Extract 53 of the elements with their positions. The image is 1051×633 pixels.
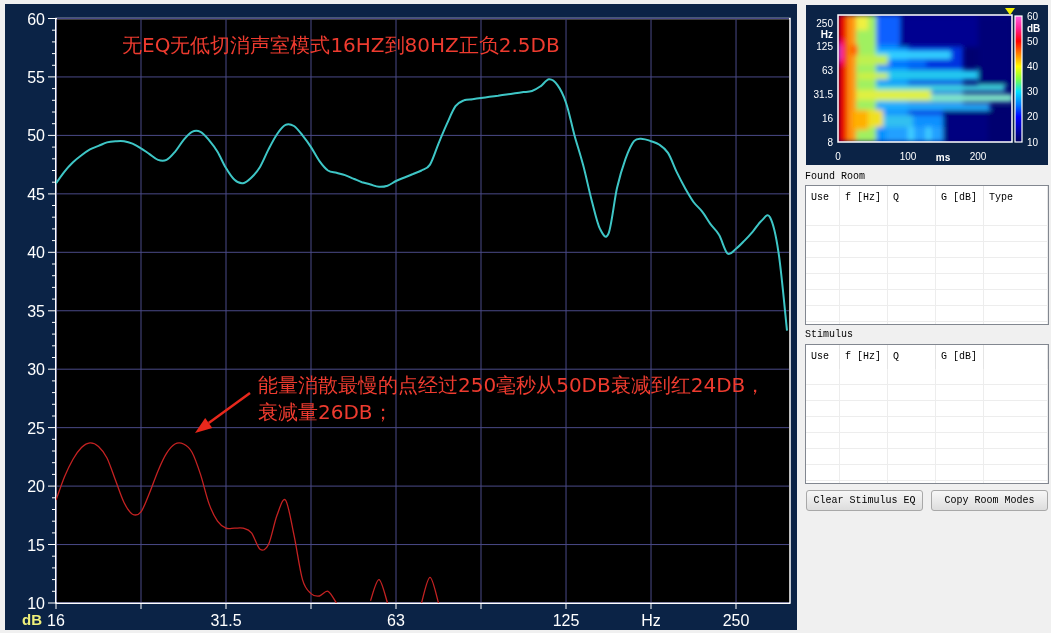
scale-label: 10: [1027, 136, 1039, 148]
y-axis-unit-label: Hz: [820, 29, 833, 41]
x-axis-label: 31.5: [210, 612, 242, 629]
y-axis-unit-label: dB: [22, 611, 42, 628]
y-axis-label: 63: [821, 65, 833, 77]
action-button[interactable]: Clear Stimulus EQ: [806, 490, 923, 511]
y-axis-label: 8: [827, 136, 833, 148]
x-axis-label: 200: [969, 151, 987, 162]
x-axis-label: 100: [899, 151, 917, 162]
x-axis-label: 125: [552, 612, 580, 629]
x-axis-unit-label: ms: [935, 152, 951, 163]
y-axis-label: 20: [27, 478, 45, 496]
y-axis-label: 125: [816, 41, 833, 53]
y-axis-label: 60: [27, 10, 45, 28]
y-axis-label: 250: [816, 17, 833, 29]
column-header[interactable]: f [Hz]: [840, 345, 888, 369]
column-header[interactable]: f [Hz]: [840, 186, 888, 210]
column-header[interactable]: Q: [888, 345, 936, 369]
x-axis-unit-label: Hz: [641, 612, 661, 629]
y-axis-label: 45: [27, 185, 45, 203]
y-axis-label: 55: [27, 68, 45, 86]
column-header[interactable]: Q: [888, 186, 936, 210]
y-axis-label: 40: [27, 244, 45, 262]
annotation-arrow: [195, 392, 251, 433]
column-header[interactable]: G [dB]: [936, 345, 984, 369]
column-header[interactable]: Type: [984, 186, 1048, 210]
column-header[interactable]: G [dB]: [936, 186, 984, 210]
column-header[interactable]: Use: [806, 345, 840, 369]
y-axis-label: 15: [27, 536, 45, 554]
x-axis-label: 16: [47, 612, 65, 629]
annotation-text: 无EQ无低切消声室模式16HZ到80HZ正负2.5DB: [122, 32, 560, 59]
column-header[interactable]: Use: [806, 186, 840, 210]
y-axis-label: 10: [27, 595, 45, 612]
y-axis-label: 25: [27, 419, 45, 437]
y-axis-label: 35: [27, 302, 45, 320]
y-axis-label: 50: [27, 127, 45, 145]
x-axis-label: 63: [387, 612, 405, 629]
x-axis-label: 250: [722, 612, 750, 629]
scale-label: 50: [1027, 35, 1039, 47]
scale-label: 20: [1027, 111, 1039, 123]
section-title: Found Room: [805, 171, 865, 183]
scale-label: 40: [1027, 60, 1039, 72]
y-axis-label: 30: [27, 361, 45, 379]
action-button[interactable]: Copy Room Modes: [931, 490, 1048, 511]
scale-unit-label: dB: [1027, 23, 1041, 35]
y-axis-label: 31.5: [813, 88, 833, 100]
scale-label: 60: [1027, 10, 1039, 22]
y-axis-label: 16: [821, 112, 833, 124]
x-axis-label: 0: [835, 151, 841, 162]
cursor-marker-icon[interactable]: [1005, 8, 1015, 15]
scale-label: 30: [1027, 86, 1039, 98]
annotation-text: 能量消散最慢的点经过250毫秒从50DB衰减到红24DB，衰减量26DB；: [258, 372, 767, 426]
section-title: Stimulus: [805, 329, 853, 341]
